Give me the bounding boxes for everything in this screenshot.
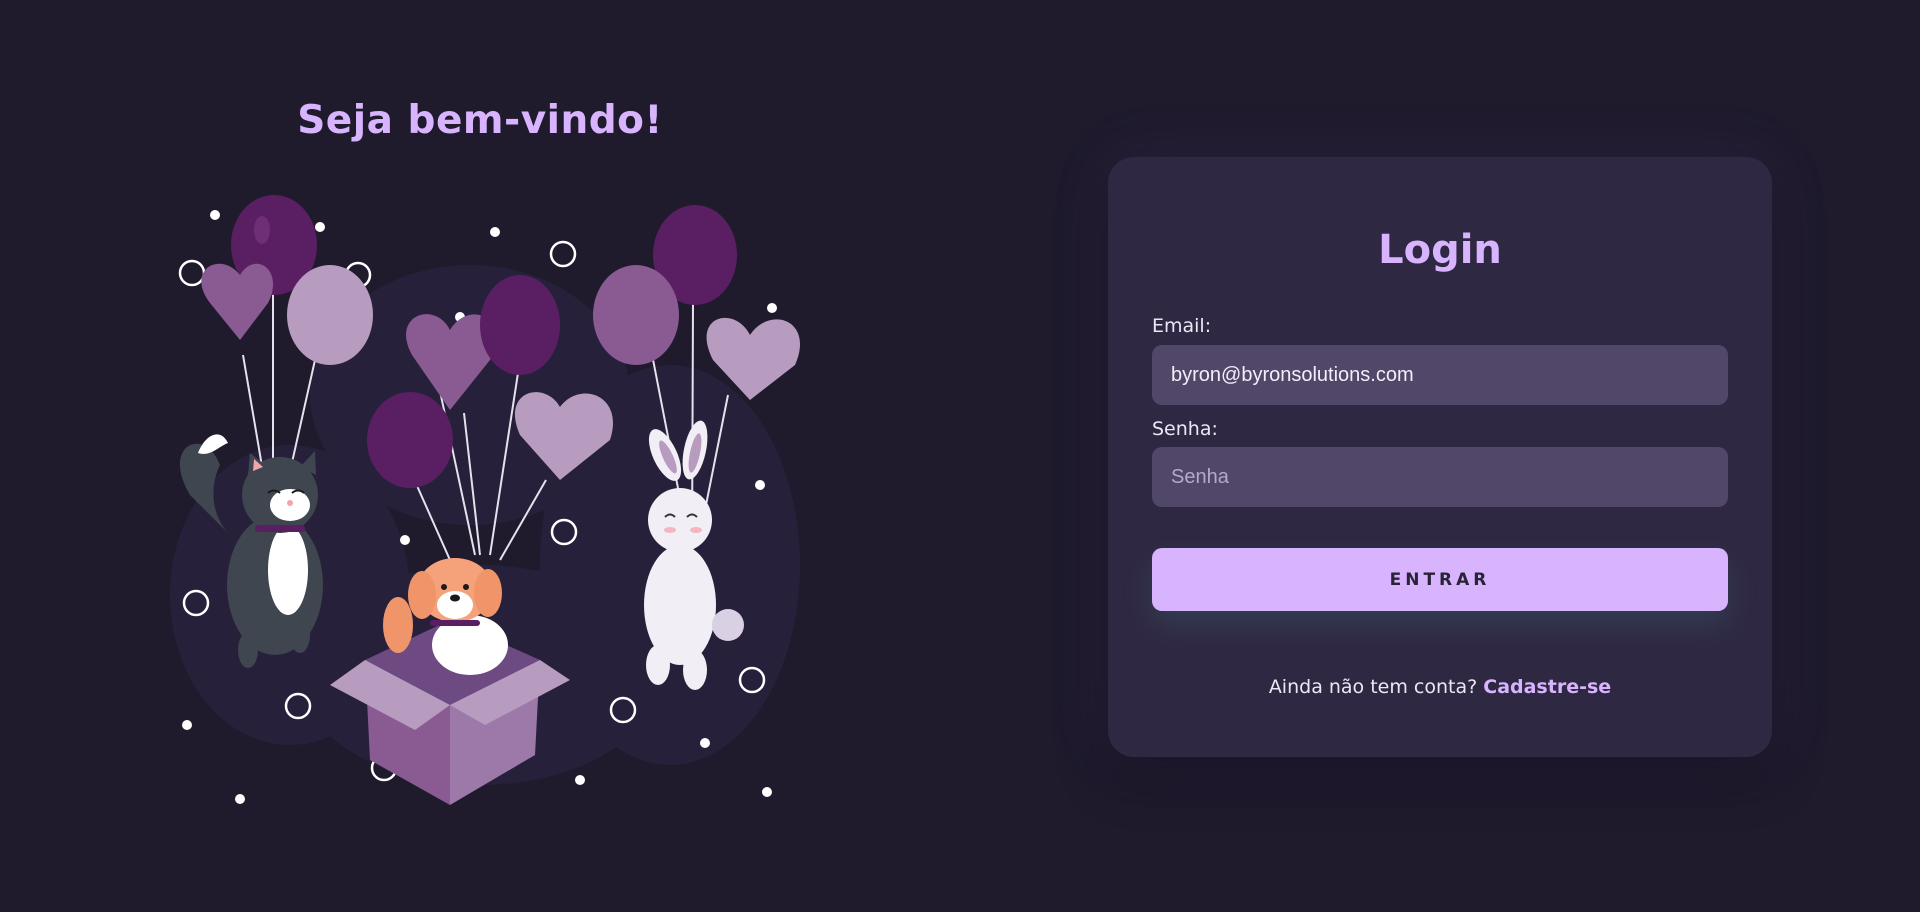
pets-balloons-illustration	[170, 195, 801, 805]
email-field[interactable]	[1152, 345, 1728, 405]
login-page: Seja bem-vindo! Login Email: byron@byron…	[0, 0, 1920, 912]
login-title: Login	[1378, 227, 1502, 273]
welcome-panel: Seja bem-vindo!	[0, 0, 960, 912]
login-submit-button[interactable]: ENTRAR	[1152, 548, 1728, 611]
password-field[interactable]	[1152, 447, 1728, 507]
password-label: Senha:	[1152, 418, 1218, 440]
signup-prompt-text: Ainda não tem conta?	[1268, 676, 1478, 698]
email-label: Email:	[1152, 315, 1212, 337]
balloon-group-left	[201, 195, 373, 365]
login-card: Login Email: Senha: ENTRAR Ainda não tem…	[1108, 157, 1772, 757]
signup-link[interactable]: Cadastre-se	[1483, 676, 1611, 698]
signup-prompt-line: Ainda não tem conta? Cadastre-se	[1108, 676, 1772, 698]
welcome-title: Seja bem-vindo!	[297, 98, 663, 143]
